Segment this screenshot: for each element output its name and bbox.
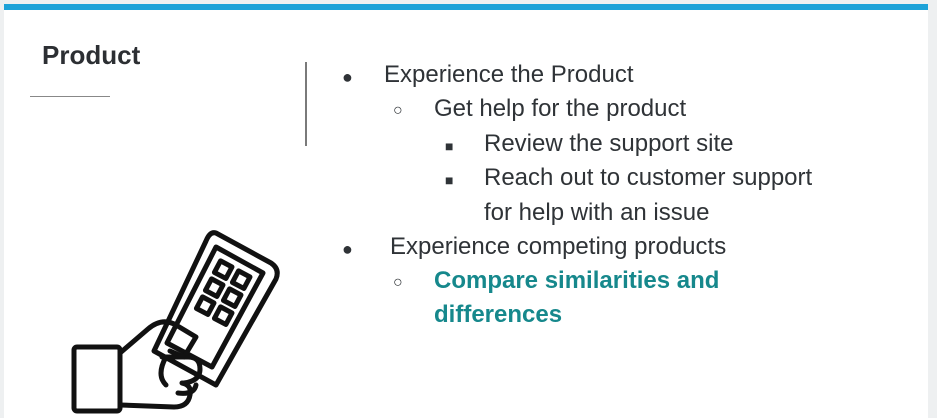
list-item-continuation: for help with an issue <box>484 199 710 226</box>
title-underline <box>30 96 110 97</box>
filled-circle-bullet-icon: ● <box>342 67 353 87</box>
list-item: Experience competing products <box>390 233 727 260</box>
hollow-circle-bullet-icon: ○ <box>393 274 403 291</box>
slide-title: Product <box>42 40 141 70</box>
hollow-circle-bullet-icon: ○ <box>393 102 403 119</box>
slide: Product ● Experience the Product ○ Get h… <box>4 4 928 418</box>
list-item: Reach out to customer support <box>484 164 813 191</box>
highlighted-list-item-continuation: differences <box>434 301 563 328</box>
filled-circle-bullet-icon: ● <box>342 239 353 259</box>
list-item: Review the support site <box>484 130 734 157</box>
list-item: Get help for the product <box>434 95 687 122</box>
vertical-divider <box>305 62 307 146</box>
hand-holding-phone-icon <box>71 230 280 414</box>
square-bullet-icon: ■ <box>445 138 454 154</box>
square-bullet-icon: ■ <box>445 172 454 188</box>
highlighted-list-item: Compare similarities and <box>434 267 720 294</box>
list-item: Experience the Product <box>384 61 634 88</box>
